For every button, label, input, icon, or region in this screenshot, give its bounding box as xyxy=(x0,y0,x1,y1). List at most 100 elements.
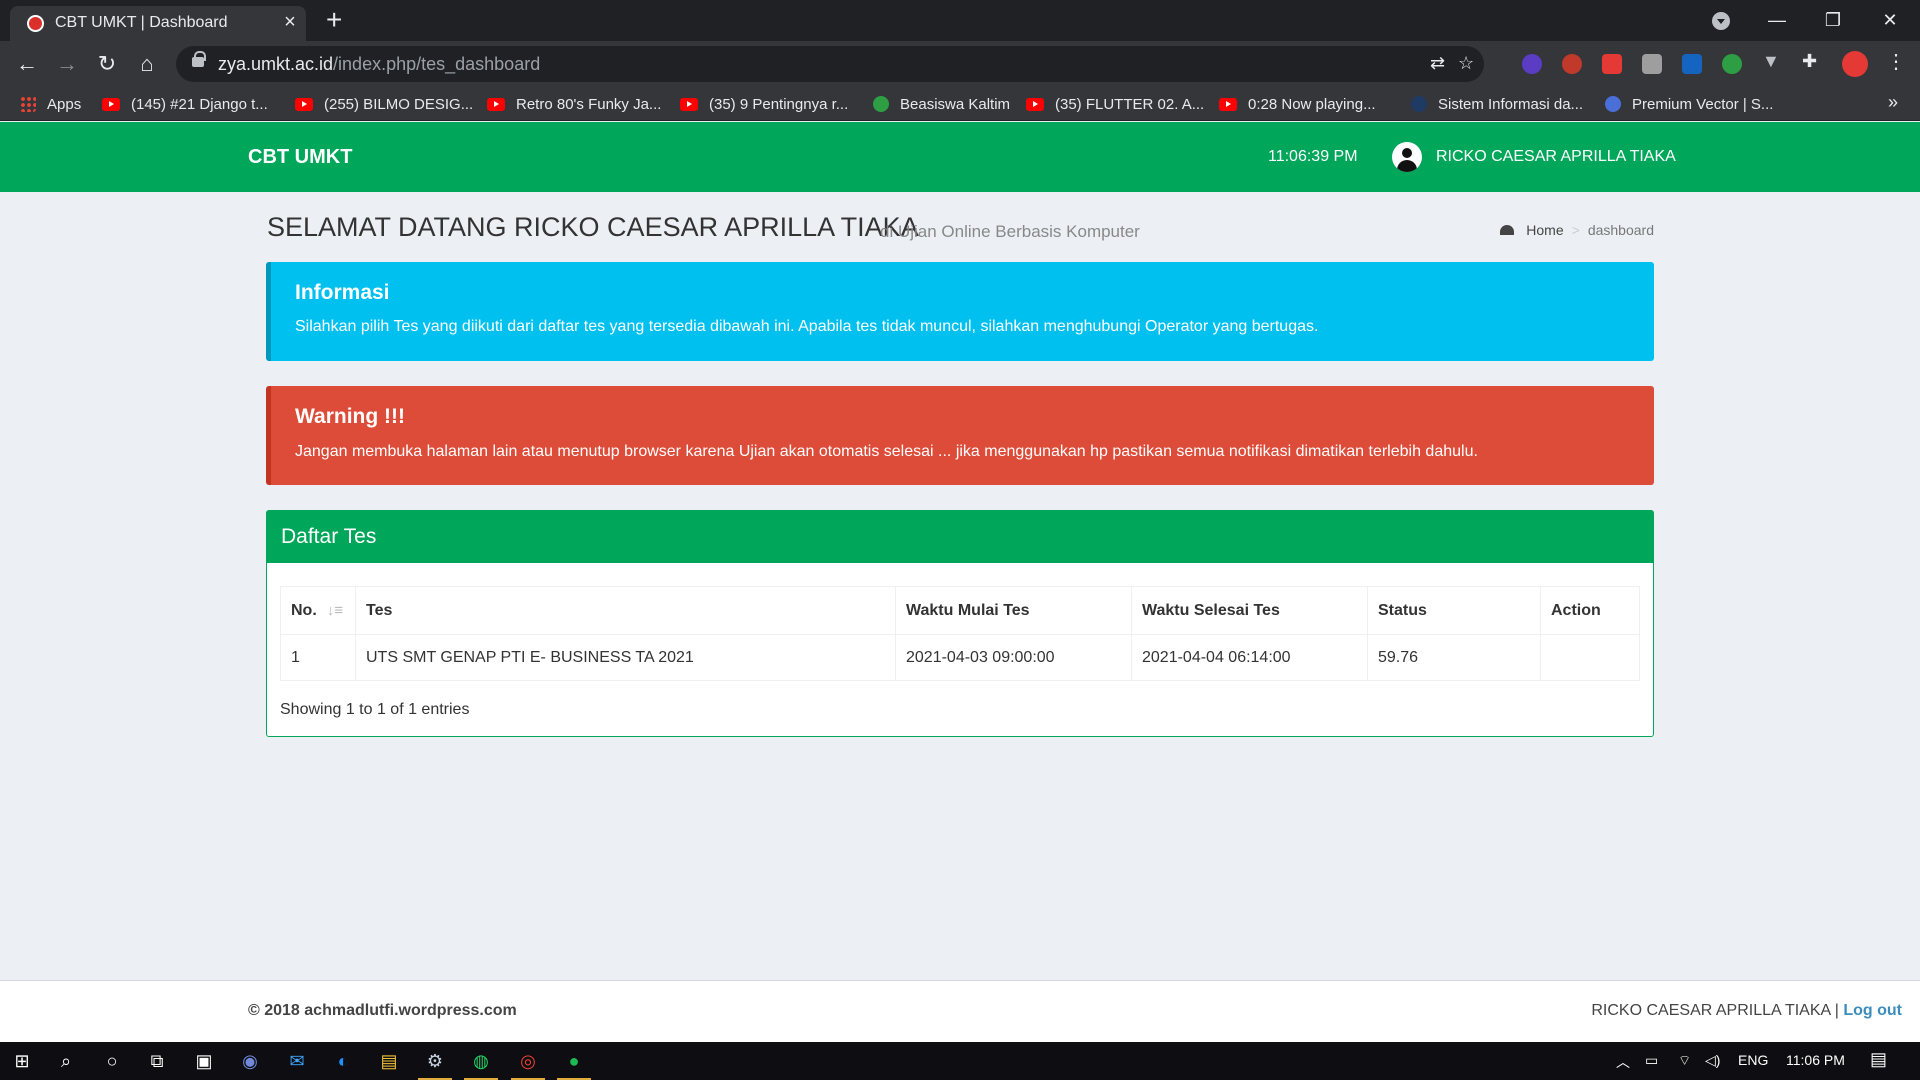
bookmark-label: Beasiswa Kaltim xyxy=(900,95,1011,113)
home-icon[interactable]: ⌂ xyxy=(132,49,162,79)
warning-callout-title: Warning !!! xyxy=(295,405,406,428)
site-icon xyxy=(1411,96,1427,112)
logout-link[interactable]: Log out xyxy=(1843,1002,1902,1019)
bookmarks-bar: Apps (145) #21 Django t... (255) BILMO D… xyxy=(0,87,1920,121)
youtube-icon xyxy=(1026,97,1044,111)
bookmark-label: (145) #21 Django t... xyxy=(131,95,268,113)
tests-box-title: Daftar Tes xyxy=(281,525,377,548)
bookmark-star-icon[interactable]: ☆ xyxy=(1458,53,1474,74)
action-center-icon[interactable]: ▤ xyxy=(1870,1049,1887,1070)
extension-square-icon[interactable] xyxy=(1642,54,1662,74)
header-clock: 11:06:39 PM xyxy=(1268,148,1358,165)
extension-badge-icon[interactable] xyxy=(1522,54,1542,74)
bookmark-label: Sistem Informasi da... xyxy=(1438,95,1584,113)
more-bookmarks-icon[interactable]: » xyxy=(1888,92,1898,113)
url-path: /index.php/tes_dashboard xyxy=(333,54,541,74)
bookmark-item[interactable]: Beasiswa Kaltim xyxy=(873,94,1010,114)
mail-icon[interactable]: ✉ xyxy=(285,1050,309,1072)
extension-bplus-icon[interactable] xyxy=(1722,54,1742,74)
user-menu[interactable]: RICKO CAESAR APRILLA TIAKA xyxy=(1436,148,1676,166)
bookmark-item[interactable]: (35) FLUTTER 02. A... xyxy=(1026,94,1204,114)
extension-hand-icon[interactable] xyxy=(1602,54,1622,74)
tray-language[interactable]: ENG xyxy=(1738,1052,1768,1068)
page-footer: © 2018 achmadlutfi.wordpress.com RICKO C… xyxy=(0,980,1920,1042)
column-header-waktu-mulai[interactable]: Waktu Mulai Tes xyxy=(895,586,1132,635)
bookmark-item[interactable]: (145) #21 Django t... xyxy=(102,94,268,114)
edge-icon[interactable]: ◐ xyxy=(331,1050,355,1072)
forward-icon[interactable]: → xyxy=(52,49,82,79)
task-view-icon[interactable]: ⧉ xyxy=(145,1050,169,1072)
footer-copyright: © 2018 achmadlutfi.wordpress.com xyxy=(248,1002,517,1019)
bookmark-label: (35) 9 Pentingnya r... xyxy=(709,95,849,113)
bookmark-item[interactable]: (255) BILMO DESIG... xyxy=(295,94,473,114)
info-callout-title: Informasi xyxy=(295,281,390,304)
extensions-puzzle-icon[interactable]: ✚ xyxy=(1802,51,1822,71)
youtube-icon xyxy=(295,97,313,111)
extension-bitwarden-icon[interactable] xyxy=(1682,54,1702,74)
search-icon[interactable]: ⌕ xyxy=(54,1050,78,1072)
back-icon[interactable]: ← xyxy=(12,49,42,79)
column-header-action[interactable]: Action xyxy=(1540,586,1640,635)
breadcrumb-separator: > xyxy=(1571,222,1580,238)
breadcrumb-current: dashboard xyxy=(1587,222,1654,238)
file-explorer-icon[interactable]: ▤ xyxy=(377,1050,401,1072)
minimize-icon[interactable]: — xyxy=(1749,0,1805,41)
brand-logo[interactable]: CBT UMKT xyxy=(248,146,352,169)
bookmark-apps[interactable]: Apps xyxy=(20,94,81,114)
footer-divider: | xyxy=(1834,1002,1839,1019)
user-avatar-icon[interactable] xyxy=(1392,142,1422,172)
profile-avatar-icon[interactable] xyxy=(1842,51,1868,77)
youtube-icon xyxy=(1219,97,1237,111)
column-label: No. xyxy=(291,601,317,619)
bookmark-label: (35) FLUTTER 02. A... xyxy=(1055,95,1205,113)
translate-icon[interactable]: ⇄ xyxy=(1430,53,1445,74)
spotify-icon[interactable]: ● xyxy=(562,1050,586,1072)
bookmark-item[interactable]: 0:28 Now playing... xyxy=(1219,94,1376,114)
battery-icon[interactable]: ▭ xyxy=(1645,1052,1658,1069)
volume-icon[interactable]: ◁) xyxy=(1705,1052,1720,1069)
sort-icon[interactable]: ↓≡ xyxy=(327,602,343,619)
restore-icon[interactable]: ❐ xyxy=(1805,0,1861,41)
bookmark-item[interactable]: Premium Vector | S... xyxy=(1605,94,1773,114)
address-bar[interactable]: zya.umkt.ac.id/index.php/tes_dashboard ⇄… xyxy=(176,46,1484,82)
whatsapp-icon[interactable]: ◍ xyxy=(469,1050,493,1072)
browser-menu-icon[interactable]: ⋮ xyxy=(1886,49,1906,73)
tray-chevron-icon[interactable]: ︿ xyxy=(1616,1052,1630,1072)
lock-icon[interactable] xyxy=(192,51,206,67)
apps-grid-icon xyxy=(20,96,36,112)
tray-clock[interactable]: 11:06 PM xyxy=(1786,1052,1845,1068)
close-tab-icon[interactable]: × xyxy=(280,11,300,34)
tests-table: No. ↓≡ Tes Waktu Mulai Tes Waktu Selesai … xyxy=(280,586,1640,681)
cortana-icon[interactable]: ○ xyxy=(100,1050,124,1072)
new-tab-icon[interactable]: + xyxy=(326,4,342,36)
bookmark-item[interactable]: Retro 80's Funky Ja... xyxy=(487,94,661,114)
extension-shield-icon[interactable] xyxy=(1562,54,1582,74)
site-favicon-icon xyxy=(27,15,44,32)
tests-box-header: Daftar Tes xyxy=(267,511,1653,563)
steam-icon[interactable]: ⚙ xyxy=(423,1050,447,1072)
breadcrumb-home[interactable]: Home xyxy=(1526,222,1563,238)
footer-user-area: RICKO CAESAR APRILLA TIAKA | Log out xyxy=(1591,1002,1902,1020)
cell-waktu-mulai: 2021-04-03 09:00:00 xyxy=(895,634,1132,681)
discord-icon[interactable]: ◉ xyxy=(238,1050,262,1072)
column-header-tes[interactable]: Tes xyxy=(355,586,896,635)
bookmark-item[interactable]: Sistem Informasi da... xyxy=(1411,94,1583,114)
wifi-icon[interactable]: ⌔ xyxy=(1678,1052,1691,1070)
extension-vue-icon[interactable]: ▼ xyxy=(1762,51,1782,71)
chrome-icon[interactable]: ◎ xyxy=(516,1050,540,1072)
bookmark-label: Apps xyxy=(47,95,82,113)
column-header-status[interactable]: Status xyxy=(1367,586,1541,635)
footer-user-name: RICKO CAESAR APRILLA TIAKA xyxy=(1591,1002,1831,1019)
bookmark-item[interactable]: (35) 9 Pentingnya r... xyxy=(680,94,848,114)
store-icon[interactable]: ▣ xyxy=(192,1050,216,1072)
column-header-no[interactable]: No. ↓≡ xyxy=(280,586,356,635)
browser-tab-bar: CBT UMKT | Dashboard × + — ❐ ✕ xyxy=(0,0,1920,41)
tab-search-icon[interactable] xyxy=(1712,12,1730,30)
browser-tab[interactable]: CBT UMKT | Dashboard × xyxy=(10,6,306,41)
column-header-waktu-selesai[interactable]: Waktu Selesai Tes xyxy=(1131,586,1368,635)
reload-icon[interactable]: ↻ xyxy=(92,49,122,79)
close-window-icon[interactable]: ✕ xyxy=(1862,0,1918,41)
info-callout: Informasi Silahkan pilih Tes yang diikut… xyxy=(266,262,1654,361)
table-row: 1 UTS SMT GENAP PTI E- BUSINESS TA 2021 … xyxy=(280,634,1640,681)
windows-start-icon[interactable]: ⊞ xyxy=(10,1050,34,1072)
